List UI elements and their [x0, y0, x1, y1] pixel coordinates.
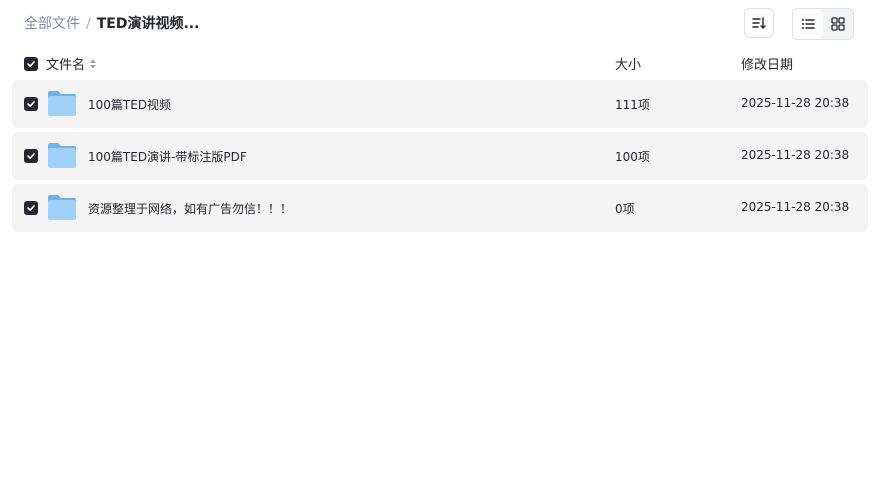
file-browser: 全部文件 / TED演讲视频... 文件名 大小 修改日期 100篇TED视频 …	[0, 0, 878, 495]
name-column-label: 文件名	[46, 58, 86, 73]
folder-icon	[48, 143, 76, 168]
folder-icon	[48, 91, 76, 116]
row-checkbox[interactable]	[24, 201, 38, 215]
check-icon	[27, 101, 35, 107]
breadcrumb-current: TED演讲视频...	[96, 16, 200, 32]
file-size: 111项	[615, 98, 650, 112]
file-date: 2025-11-28 20:38	[741, 200, 850, 214]
list-view-icon	[802, 19, 815, 29]
file-size: 0项	[615, 202, 635, 216]
check-icon	[27, 153, 35, 159]
file-name[interactable]: 100篇TED视频	[88, 96, 171, 113]
file-size: 100项	[615, 150, 650, 164]
file-row[interactable]: 资源整理于网络，如有广告勿信！！！ 0项 2025-11-28 20:38	[12, 184, 868, 232]
view-switch	[792, 8, 854, 40]
name-column-header[interactable]: 文件名	[46, 54, 98, 73]
list-header: 文件名 大小 修改日期	[12, 50, 868, 78]
file-date: 2025-11-28 20:38	[741, 148, 850, 162]
row-checkbox[interactable]	[24, 149, 38, 163]
file-row[interactable]: 100篇TED视频 111项 2025-11-28 20:38	[12, 80, 868, 128]
date-column-header[interactable]: 修改日期	[741, 54, 793, 73]
breadcrumb-root-link[interactable]: 全部文件	[24, 14, 80, 34]
file-row[interactable]: 100篇TED演讲-带标注版PDF 100项 2025-11-28 20:38	[12, 132, 868, 180]
sort-button[interactable]	[744, 8, 774, 38]
breadcrumb-separator: /	[86, 16, 91, 32]
sort-toggle-icon	[90, 59, 97, 68]
size-column-header[interactable]: 大小	[615, 54, 641, 73]
folder-icon	[48, 195, 76, 220]
row-checkbox[interactable]	[24, 97, 38, 111]
list-view-button[interactable]	[793, 9, 823, 39]
sort-icon	[752, 17, 766, 29]
file-date: 2025-11-28 20:38	[741, 96, 850, 110]
file-name[interactable]: 资源整理于网络，如有广告勿信！！！	[88, 200, 292, 217]
breadcrumb: 全部文件 / TED演讲视频...	[24, 14, 199, 34]
file-name[interactable]: 100篇TED演讲-带标注版PDF	[88, 148, 247, 165]
select-all-checkbox[interactable]	[24, 57, 38, 71]
check-icon	[27, 205, 35, 211]
grid-view-button[interactable]	[823, 9, 853, 39]
check-icon	[27, 61, 35, 67]
grid-view-icon	[831, 17, 845, 31]
